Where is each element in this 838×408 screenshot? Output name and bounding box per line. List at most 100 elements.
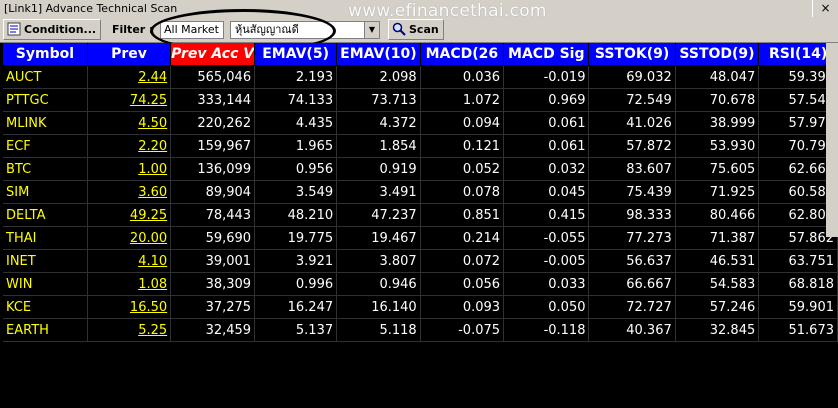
value-cell: 0.094	[420, 111, 505, 135]
column-header[interactable]: SSTOK(9)	[588, 43, 676, 66]
value-cell: 2.098	[336, 65, 421, 89]
column-header[interactable]: MACD Sig	[503, 43, 590, 66]
value-cell: 75.439	[588, 180, 676, 204]
table-row[interactable]: INET 4.10 39,001 3.921 3.807 0.072 -0.005 56.63…	[3, 249, 838, 273]
value-cell: -0.055	[503, 226, 590, 250]
value-cell: 333,144	[170, 88, 256, 112]
scan-results-table: Symbol Prev Prev Acc V EMAV(5) EMAV(10) MACD(…	[3, 43, 838, 342]
value-cell: 78,443	[170, 203, 256, 227]
column-header[interactable]: SSTOD(9)	[675, 43, 760, 66]
value-cell: 0.032	[503, 157, 590, 181]
filter-market-field[interactable]: All Market ]	[160, 21, 224, 52]
magnifier-icon	[392, 22, 406, 36]
value-cell: 0.946	[336, 272, 421, 296]
value-cell: 41.026	[588, 111, 676, 135]
table-row[interactable]: DELTA 49.25 78,443 48.210 47.237 0.851 0.415 98…	[3, 203, 838, 227]
value-cell: 32,459	[170, 318, 256, 342]
value-cell: 66.667	[588, 272, 676, 296]
value-cell: 75.605	[675, 157, 760, 181]
prev-link[interactable]: 16.50	[87, 295, 172, 319]
table-row[interactable]: ECF 2.20 159,967 1.965 1.854 0.121 0.061 57.872…	[3, 134, 838, 158]
prev-link[interactable]: 4.10	[87, 249, 172, 273]
table-row[interactable]: MLINK 4.50 220,262 4.435 4.372 0.094 0.061 41.0…	[3, 111, 838, 135]
column-header[interactable]: Symbol	[3, 43, 88, 66]
value-cell: 0.050	[503, 295, 590, 319]
value-cell: 3.807	[336, 249, 421, 273]
value-cell: 56.637	[588, 249, 676, 273]
scan-preset-value: หุ้นสัญญาณดี	[235, 23, 299, 36]
column-header[interactable]: EMAV(10)	[336, 43, 421, 66]
condition-icon	[7, 22, 21, 36]
value-cell: 71.387	[675, 226, 760, 250]
vertical-scrollbar[interactable]	[826, 43, 838, 237]
value-cell: 40.367	[588, 318, 676, 342]
value-cell: 53.930	[675, 134, 760, 158]
value-cell: 19.467	[336, 226, 421, 250]
value-cell: 54.583	[675, 272, 760, 296]
scan-preset-select[interactable]: หุ้นสัญญาณดี ▼	[230, 21, 380, 39]
table-row[interactable]: KCE 16.50 37,275 16.247 16.140 0.093 0.050 72.7…	[3, 295, 838, 319]
prev-link[interactable]: 2.20	[87, 134, 172, 158]
table-row[interactable]: SIM 3.60 89,904 3.549 3.491 0.078 0.045 75.439 7…	[3, 180, 838, 204]
value-cell: 68.818	[758, 272, 838, 296]
filter-label: Filter :	[112, 23, 154, 36]
value-cell: 5.118	[336, 318, 421, 342]
value-cell: 1.854	[336, 134, 421, 158]
prev-link[interactable]: 1.08	[87, 272, 172, 296]
table-row[interactable]: EARTH 5.25 32,459 5.137 5.118 -0.075 -0.118 40.…	[3, 318, 838, 342]
column-header[interactable]: Prev Acc V	[170, 43, 256, 66]
value-cell: 71.925	[675, 180, 760, 204]
value-cell: 16.247	[254, 295, 338, 319]
value-cell: 48.210	[254, 203, 338, 227]
value-cell: 46.531	[675, 249, 760, 273]
value-cell: 3.549	[254, 180, 338, 204]
value-cell: 77.273	[588, 226, 676, 250]
value-cell: 1.072	[420, 88, 505, 112]
value-cell: 0.919	[336, 157, 421, 181]
value-cell: 0.052	[420, 157, 505, 181]
value-cell: 1.965	[254, 134, 338, 158]
table-row[interactable]: PTTGC 74.25 333,144 74.133 73.713 1.072 0.969 7…	[3, 88, 838, 112]
prev-link[interactable]: 20.00	[87, 226, 172, 250]
prev-link[interactable]: 3.60	[87, 180, 172, 204]
value-cell: 48.047	[675, 65, 760, 89]
value-cell: 51.673	[758, 318, 838, 342]
value-cell: 72.549	[588, 88, 676, 112]
value-cell: 136,099	[170, 157, 256, 181]
value-cell: 0.415	[503, 203, 590, 227]
value-cell: 0.214	[420, 226, 505, 250]
table-row[interactable]: AUCT 2.44 565,046 2.193 2.098 0.036 -0.019 69.0…	[3, 65, 838, 89]
prev-link[interactable]: 5.25	[87, 318, 172, 342]
table-header-row: Symbol Prev Prev Acc V EMAV(5) EMAV(10) MACD(…	[3, 43, 838, 66]
value-cell: 69.032	[588, 65, 676, 89]
symbol-cell: EARTH	[3, 318, 88, 342]
value-cell: 4.372	[336, 111, 421, 135]
value-cell: 0.036	[420, 65, 505, 89]
prev-link[interactable]: 2.44	[87, 65, 172, 89]
value-cell: 3.491	[336, 180, 421, 204]
symbol-cell: SIM	[3, 180, 88, 204]
value-cell: 59,690	[170, 226, 256, 250]
table-row[interactable]: WIN 1.08 38,309 0.996 0.946 0.056 0.033 66.667 5…	[3, 272, 838, 296]
prev-link[interactable]: 4.50	[87, 111, 172, 135]
chevron-down-icon[interactable]: ▼	[364, 22, 379, 38]
table-row[interactable]: THAI 20.00 59,690 19.775 19.467 0.214 -0.055 77…	[3, 226, 838, 250]
value-cell: 57.246	[675, 295, 760, 319]
close-button[interactable]: ×	[812, 0, 838, 17]
value-cell: 0.121	[420, 134, 505, 158]
value-cell: 0.093	[420, 295, 505, 319]
prev-link[interactable]: 74.25	[87, 88, 172, 112]
column-header[interactable]: Prev	[87, 43, 172, 66]
scan-button[interactable]: Scan	[388, 19, 444, 40]
symbol-cell: PTTGC	[3, 88, 88, 112]
value-cell: 2.193	[254, 65, 338, 89]
prev-link[interactable]: 1.00	[87, 157, 172, 181]
column-header[interactable]: MACD(26	[420, 43, 505, 66]
column-header[interactable]: EMAV(5)	[254, 43, 338, 66]
value-cell: 5.137	[254, 318, 338, 342]
condition-button[interactable]: Condition...	[3, 19, 102, 40]
value-cell: 0.996	[254, 272, 338, 296]
prev-link[interactable]: 49.25	[87, 203, 172, 227]
table-row[interactable]: BTC 1.00 136,099 0.956 0.919 0.052 0.032 83.607…	[3, 157, 838, 181]
value-cell: 59.901	[758, 295, 838, 319]
